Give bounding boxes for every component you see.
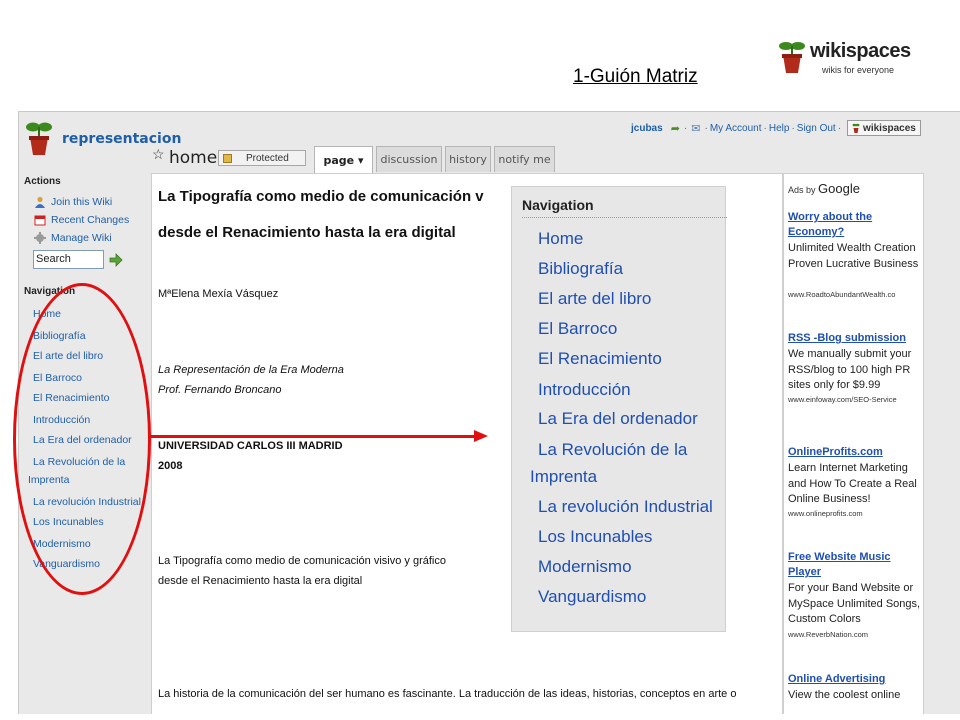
manage-wiki-link[interactable]: Manage Wiki [34,232,112,244]
content-professor: Prof. Fernando Broncano [158,384,282,396]
zoom-nav-los-incunables[interactable]: Los Incunables [538,527,652,547]
zoom-nav-el-renacimiento[interactable]: El Renacimiento [538,349,662,369]
ad-body: Learn Internet Marketing and How To Crea… [788,462,917,505]
content-title-line1: La Tipografía como medio de comunicación… [158,188,484,205]
separator: · [763,122,767,134]
gear-icon [34,232,46,244]
zoom-nav-modernismo[interactable]: Modernismo [538,557,632,577]
calendar-icon [34,215,46,226]
highlight-oval [13,283,151,595]
zoom-navigation-heading: Navigation [522,197,594,213]
username-link[interactable]: jcubas [631,123,663,134]
separator: · [704,122,708,134]
ad-body: View the coolest online [788,689,901,701]
annotation-arrow [148,435,476,438]
go-arrow-icon[interactable] [108,252,124,268]
ad-title[interactable]: Online Advertising [788,672,920,687]
wiki-name[interactable]: representacion [62,131,181,147]
plant-pot-icon [852,123,860,133]
content-intro: La historia de la comunicación del ser h… [158,688,737,700]
help-link[interactable]: Help [769,123,790,134]
wikispaces-button-label: wikispaces [863,122,916,134]
zoom-nav-introduccion[interactable]: Introducción [538,380,631,400]
user-icon [35,196,45,208]
content-subtitle-line1: La Tipografía como medio de comunicación… [158,555,446,567]
protected-label: Protected [246,152,289,164]
divider [522,217,727,218]
wikispaces-button[interactable]: wikispaces [847,120,921,136]
zoom-nav-la-revolucion-industrial[interactable]: La revolución Industrial [538,497,713,517]
zoom-nav-el-barroco[interactable]: El Barroco [538,319,617,339]
ad-url[interactable]: www.RoadtoAbundantWealth.co [788,290,895,299]
separator: · [791,122,795,134]
brand-tagline: wikis for everyone [822,65,895,75]
content-university: UNIVERSIDAD CARLOS III MADRID [158,440,343,452]
zoom-nav-imprenta[interactable]: Imprenta [530,467,597,487]
content-year: 2008 [158,460,183,472]
ad-title[interactable]: Worry about the Economy? [788,210,920,240]
content-title-line2: desde el Renacimiento hasta la era digit… [158,224,456,241]
ads-by-google[interactable]: Ads by Google [788,181,860,196]
zoom-nav-la-era-del-ordenador[interactable]: La Era del ordenador [538,409,698,429]
manage-wiki-label: Manage Wiki [51,232,112,244]
ad-url[interactable]: www.onlineprofits.com [788,509,863,518]
page-title: home [169,148,218,168]
tab-page[interactable]: page ▾ [314,146,373,173]
google-logo: Google [818,181,860,196]
brand-name: wikispaces [810,40,911,62]
join-wiki-link[interactable]: Join this Wiki [34,196,112,208]
join-wiki-label: Join this Wiki [51,196,113,208]
share-arrow-icon[interactable]: ➦ [671,122,680,135]
zoom-nav-el-arte-del-libro[interactable]: El arte del libro [538,289,651,309]
my-account-link[interactable]: My Account [710,123,762,134]
sign-out-link[interactable]: Sign Out [797,123,836,134]
ad-body: Unlimited Wealth Creation Proven Lucrati… [788,242,919,270]
zoom-nav-bibliografia[interactable]: Bibliografía [538,259,623,279]
ad-title[interactable]: RSS -Blog submission [788,331,920,346]
zoom-nav-vanguardismo[interactable]: Vanguardismo [538,587,646,607]
arrow-head-icon [474,430,488,442]
content-subtitle-line2: desde el Renacimiento hasta la era digit… [158,575,363,587]
zoom-nav-la-revolucion-de-la[interactable]: La Revolución de la [538,440,687,460]
wiki-logo-icon [26,122,52,155]
actions-heading: Actions [24,176,61,187]
separator: · [837,122,842,134]
content-author: MªElena Mexía Vásquez [158,288,279,300]
ad-body: We manually submit your RSS/blog to 100 … [788,348,912,391]
navigation-zoom-callout: Navigation Home Bibliografía El arte del… [511,186,727,632]
search-input[interactable]: Search [33,250,104,269]
separator: · [683,122,688,134]
ad-body: For your Band Website or MySpace Unlimit… [788,582,921,625]
mail-icon[interactable]: ✉ [691,122,700,135]
tab-notify-me[interactable]: notify me [494,146,555,172]
ad-url[interactable]: www.einfoway.com/SEO-Service [788,395,897,404]
user-bar: jcubas ➦ · ✉ · My Account · Help · Sign … [631,120,921,136]
ad-title[interactable]: OnlineProfits.com [788,445,920,460]
lock-icon [223,153,232,163]
zoom-nav-home[interactable]: Home [538,229,583,249]
wiki-screenshot: representacion jcubas ➦ · ✉ · My Account… [18,111,960,714]
tab-history[interactable]: history [445,146,491,172]
ad-url[interactable]: www.ReverbNation.com [788,630,868,639]
recent-changes-link[interactable]: Recent Changes [34,214,129,226]
ads-panel: Ads by Google Worry about the Economy? U… [783,173,924,714]
ads-label-prefix: Ads by [788,185,816,195]
ad-title[interactable]: Free Website Music Player [788,550,920,580]
content-course: La Representación de la Era Moderna [158,364,344,376]
recent-changes-label: Recent Changes [51,214,130,226]
protected-badge: Protected [218,150,306,166]
slide-title: 1-Guión Matriz [573,66,698,87]
plant-pot-icon [779,42,805,73]
tab-discussion[interactable]: discussion [376,146,442,172]
wikispaces-logo: wikispaces wikis for everyone [778,40,928,80]
star-icon[interactable]: ☆ [152,146,165,163]
